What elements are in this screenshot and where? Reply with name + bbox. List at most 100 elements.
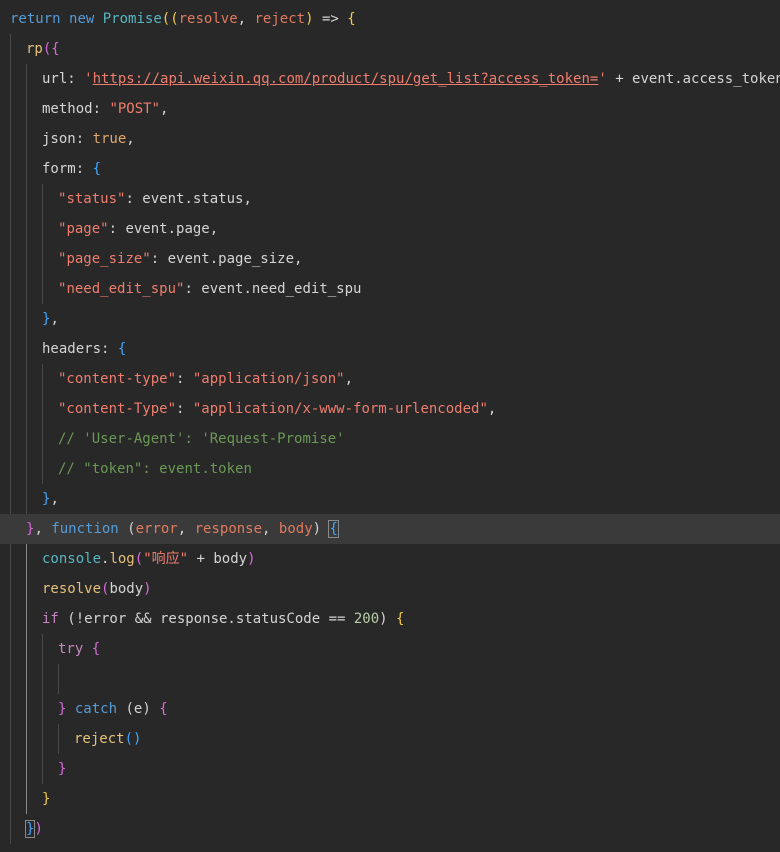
code-token: try (58, 641, 84, 657)
code-token: " (100, 221, 109, 237)
code-token: response (194, 521, 263, 537)
code-line[interactable]: // "token": event.token (0, 454, 780, 484)
code-token: : event.status, (125, 191, 252, 207)
code-token: "POST" (109, 101, 161, 117)
code-token: method (42, 101, 93, 117)
code-token: ) (143, 581, 152, 597)
code-line[interactable]: headers: { (0, 334, 780, 364)
code-line-current[interactable]: }, function (error, response, body) { (0, 514, 780, 544)
code-token: : (176, 371, 193, 387)
code-line[interactable]: }) (0, 814, 780, 844)
code-token: "token" (83, 461, 143, 477)
code-token: , (487, 401, 497, 417)
code-token: : (176, 401, 193, 417)
code-token: , (126, 131, 135, 147)
code-token: // (58, 461, 84, 477)
code-token: 'User-Agent' (83, 431, 185, 447)
code-token: ' (84, 71, 93, 87)
code-token: catch (74, 701, 118, 717)
code-line[interactable]: } catch (e) { (0, 694, 780, 724)
code-token: , (50, 311, 59, 327)
code-token: "content-type" (58, 371, 177, 387)
code-token: error (135, 521, 178, 537)
code-token: body (278, 521, 313, 537)
code-token: + body (188, 551, 248, 567)
code-token: https://api.weixin.qq.com/product/spu/ge… (92, 71, 599, 87)
code-token: : (92, 101, 110, 117)
code-token: (( (161, 11, 179, 27)
code-line[interactable]: url: 'https://api.weixin.qq.com/product/… (0, 64, 780, 94)
code-token: : (184, 431, 202, 447)
code-line[interactable]: rp({ (0, 34, 780, 64)
code-line[interactable] (0, 664, 780, 694)
code-token: " (142, 251, 151, 267)
code-token: url (42, 71, 68, 87)
code-line[interactable]: "content-Type": "application/x-www-form-… (0, 394, 780, 424)
code-line[interactable]: json: true, (0, 124, 780, 154)
code-line[interactable]: "need_edit_spu": event.need_edit_spu (0, 274, 780, 304)
code-token: Promise (102, 11, 162, 27)
code-token: json (42, 131, 76, 147)
code-token: , (344, 371, 354, 387)
code-token: // (58, 431, 84, 447)
code-token: ( (118, 521, 136, 537)
code-token: : (75, 161, 93, 177)
code-token: "响应" (143, 551, 189, 567)
code-token: , (237, 11, 255, 27)
code-token: : event.page_size, (150, 251, 303, 267)
code-token: : event.page, (108, 221, 219, 237)
code-token: : event.need_edit_spu (184, 281, 362, 297)
code-token: , (34, 521, 52, 537)
code-token: headers (42, 341, 102, 357)
code-token: : (75, 131, 93, 147)
code-token: ) (247, 551, 256, 567)
code-token: => (313, 11, 348, 27)
code-line[interactable]: resolve(body) (0, 574, 780, 604)
code-token: "application/json" (192, 371, 345, 387)
code-line[interactable]: }, (0, 304, 780, 334)
code-token: form (42, 161, 76, 177)
code-token: need_edit_spu (66, 281, 177, 297)
code-line[interactable]: // 'User-Agent': 'Request-Promise' (0, 424, 780, 454)
code-line[interactable]: return new Promise((resolve, reject) => … (0, 4, 780, 34)
code-token: "content-Type" (58, 401, 177, 417)
code-token: new (69, 11, 95, 27)
code-line[interactable]: } (0, 754, 780, 784)
code-token: { (347, 11, 356, 27)
code-token: ) (312, 521, 330, 537)
code-token: , (262, 521, 279, 537)
code-token: reject (74, 731, 125, 747)
code-line[interactable]: }, (0, 484, 780, 514)
code-token: { (91, 641, 101, 657)
code-token: ' (598, 71, 607, 87)
code-token: body (109, 581, 144, 597)
code-line[interactable]: "content-type": "application/json", (0, 364, 780, 394)
code-token: ) (379, 611, 397, 627)
code-line[interactable]: "page": event.page, (0, 214, 780, 244)
code-token: + event.access_token, (606, 71, 780, 87)
code-line[interactable]: console.log("响应" + body) (0, 544, 780, 574)
code-token: { (328, 520, 339, 538)
code-token: () (124, 731, 142, 747)
code-token: } (42, 791, 51, 807)
code-token: { (92, 161, 102, 177)
code-token: : (67, 71, 85, 87)
code-line[interactable]: form: { (0, 154, 780, 184)
code-line[interactable]: try { (0, 634, 780, 664)
code-line[interactable]: if (!error && response.statusCode == 200… (0, 604, 780, 634)
code-line[interactable]: } (0, 784, 780, 814)
code-token: : event.token (142, 461, 252, 477)
code-token: if (42, 611, 59, 627)
code-token: ( (134, 551, 144, 567)
code-line[interactable]: "status": event.status, (0, 184, 780, 214)
code-token: status (66, 191, 118, 207)
code-line[interactable]: reject() (0, 724, 780, 754)
code-line[interactable]: "page_size": event.page_size, (0, 244, 780, 274)
code-editor[interactable]: return new Promise((resolve, reject) => … (0, 0, 780, 852)
code-token: page (66, 221, 101, 237)
code-token: { (396, 611, 405, 627)
code-line[interactable]: method: "POST", (0, 94, 780, 124)
code-token: resolve (178, 11, 238, 27)
